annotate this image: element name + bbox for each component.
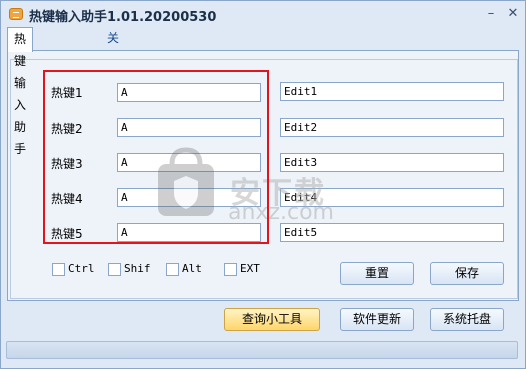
query-tool-button[interactable]: 查询小工具 (224, 308, 320, 331)
status-bar (6, 341, 518, 359)
checkbox-box[interactable] (166, 263, 179, 276)
ctrl-label: Ctrl (68, 262, 95, 275)
highlight-box (43, 70, 269, 244)
software-update-button[interactable]: 软件更新 (340, 308, 414, 331)
checkbox-box[interactable] (224, 263, 237, 276)
alt-label: Alt (182, 262, 202, 275)
reset-button[interactable]: 重置 (340, 262, 414, 285)
window-title: 热键输入助手1.01.20200530 (29, 10, 217, 25)
checkbox-box[interactable] (52, 263, 65, 276)
tab-hotkey-helper[interactable]: 热键输入助手 (7, 27, 34, 156)
app-keyboard-icon (9, 8, 23, 20)
shift-label: Shif (124, 262, 151, 275)
minimize-icon[interactable]: – (483, 6, 499, 22)
edit-field-1[interactable]: Edit1 (280, 82, 504, 101)
edit-field-2[interactable]: Edit2 (280, 118, 504, 137)
checkbox-box[interactable] (108, 263, 121, 276)
tab-about[interactable]: 关于 (101, 27, 125, 67)
save-button[interactable]: 保存 (430, 262, 504, 285)
system-tray-button[interactable]: 系统托盘 (430, 308, 504, 331)
ext-label: EXT (240, 262, 260, 275)
title-bar: 热键输入助手1.01.20200530 – ✕ (1, 1, 525, 27)
edit-field-5[interactable]: Edit5 (280, 223, 504, 242)
close-icon[interactable]: ✕ (505, 6, 521, 22)
